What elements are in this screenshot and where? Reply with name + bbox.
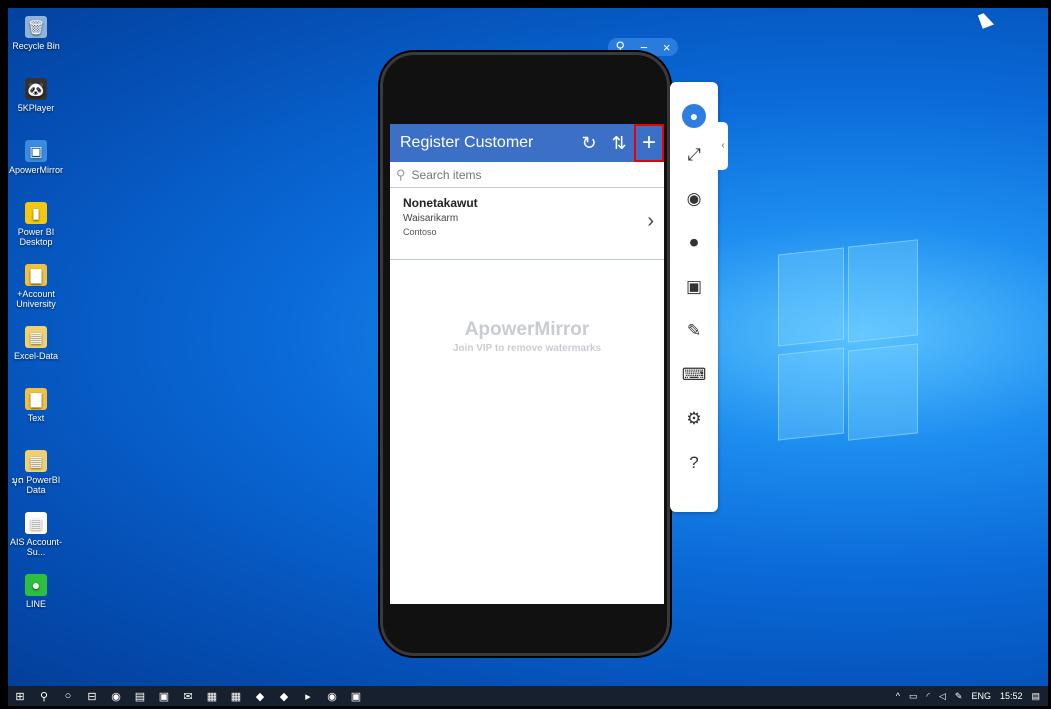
desktop-shortcut-label: Recycle Bin <box>12 41 60 51</box>
taskbar-app-icon[interactable]: ▦ <box>224 690 248 703</box>
mouse-cursor-icon <box>977 11 995 29</box>
screen-cast-icon[interactable]: ▣ <box>670 274 718 300</box>
taskbar-app-icon[interactable]: ▤ <box>128 690 152 703</box>
desktop-shortcut-label: AIS Account-Su... <box>9 537 63 557</box>
side-toolbar: ● ⤢ ◉ ⏺ ▣ ✎ ⌨ ⚙? <box>670 82 718 512</box>
folder-icon: ▇ <box>25 264 47 286</box>
desktop-shortcut-label: Text <box>27 413 45 423</box>
add-item-button[interactable]: + <box>634 124 664 162</box>
keyboard-icon[interactable]: ⌨ <box>670 362 718 388</box>
help-icon[interactable]: ? <box>670 450 718 476</box>
watermark-title: ApowerMirror <box>464 319 590 340</box>
notification-icon[interactable]: ▤ <box>1031 691 1040 702</box>
document-icon: ▤ <box>25 512 47 534</box>
tray-chevron-icon[interactable]: ^ <box>896 691 900 701</box>
item-detail: Contoso <box>403 227 437 237</box>
item-subtitle: Waisarikarm <box>403 213 459 224</box>
folder-icon: ▦ <box>25 450 47 472</box>
taskbar-apps: ⊞ ⚲ ○ ⊟ ◉ ▤ ▣ ✉ ▦ ▦ ◆ ◆ ▸ ◉ ▣ <box>8 690 368 703</box>
desktop-shortcut[interactable]: ▇ +Account University <box>8 264 64 309</box>
desktop-shortcut[interactable]: ▤ AIS Account-Su... <box>8 512 64 557</box>
desktop-shortcut-label: ApowerMirror <box>8 165 63 175</box>
desktop-shortcut[interactable]: ▦ Excel-Data <box>8 326 64 361</box>
taskbar-app-icon[interactable]: ▣ <box>344 690 368 703</box>
desktop-shortcut-label: Power BI Desktop <box>17 227 55 247</box>
chevron-right-icon[interactable]: › <box>647 210 654 233</box>
sort-button[interactable]: ⇅ <box>604 133 634 154</box>
taskbar-app-icon[interactable]: ▸ <box>296 690 320 703</box>
desktop-shortcut-label: +Account University <box>16 289 56 309</box>
taskbar-app-icon[interactable]: ✉ <box>176 690 200 703</box>
taskbar-app-icon[interactable]: ⚲ <box>32 690 56 703</box>
taskbar-app-icon[interactable]: ◉ <box>320 690 344 703</box>
desktop-shortcut[interactable]: 🐼 5KPlayer <box>8 78 64 113</box>
desktop-shortcut[interactable]: ● LINE <box>8 574 64 609</box>
list-item[interactable]: Nonetakawut Waisarikarm Contoso › <box>390 188 664 260</box>
settings-icon[interactable]: ⚙ <box>670 406 718 432</box>
taskbar-app-icon[interactable]: ◆ <box>272 690 296 703</box>
desktop-shortcut[interactable]: ▦ ນຸດ PowerBI Data <box>8 450 64 495</box>
apowermirror-icon: ▣ <box>25 140 47 162</box>
desktop-shortcut[interactable]: 🗑 Recycle Bin <box>8 16 64 51</box>
language-indicator[interactable]: ENG <box>971 691 991 701</box>
taskbar-app-icon[interactable]: ⊟ <box>80 690 104 703</box>
screenshot-icon[interactable]: ◉ <box>670 186 718 212</box>
wifi-icon[interactable]: ◜ <box>926 691 930 702</box>
taskbar-app-icon[interactable]: ◉ <box>104 690 128 703</box>
5kplayer-icon: 🐼 <box>25 78 47 100</box>
powerbi-icon: ▮ <box>25 202 47 224</box>
line-app-icon: ● <box>25 574 47 596</box>
network-icon[interactable]: ▭ <box>909 691 918 702</box>
search-icon: ⚲ <box>396 166 406 182</box>
app-header: Register Customer ↻ ⇅ + <box>390 124 664 162</box>
desktop-shortcut-label: LINE <box>25 599 46 609</box>
phone-mirror-frame: Register Customer ↻ ⇅ + ⚲ Nonetakawut Wai… <box>380 52 670 656</box>
fullscreen-icon[interactable]: ⤢ <box>670 142 718 168</box>
whiteboard-pen-icon[interactable]: ✎ <box>670 318 718 344</box>
taskbar-app-icon[interactable]: ▦ <box>200 690 224 703</box>
text-file-icon: ▇ <box>25 388 47 410</box>
desktop-shortcut[interactable]: ▣ ApowerMirror <box>8 140 64 175</box>
user-avatar-icon[interactable]: ● <box>682 104 706 128</box>
close-button[interactable]: × <box>663 40 671 55</box>
desktop-shortcut-label: ນຸດ PowerBI Data <box>11 475 61 495</box>
system-tray: ^ ▭ ◜ ◁ ✎ ENG 15:52 ▤ <box>896 691 1048 702</box>
taskbar-app-icon[interactable]: ◆ <box>248 690 272 703</box>
record-icon[interactable]: ⏺ <box>670 230 718 256</box>
item-list: Nonetakawut Waisarikarm Contoso › <box>390 188 664 260</box>
taskbar: ⊞ ⚲ ○ ⊟ ◉ ▤ ▣ ✉ ▦ ▦ ◆ ◆ ▸ ◉ ▣ ^ ▭ ◜ ◁ ✎ ENG 15:52 ▤ <box>8 686 1048 706</box>
watermark-subtitle: Join VIP to remove watermarks <box>452 343 602 354</box>
desktop-shortcut-label: Excel-Data <box>13 351 58 361</box>
desktop-shortcut-label: 5KPlayer <box>17 103 55 113</box>
toolbar-collapse-button[interactable]: ‹ <box>718 122 728 170</box>
page-title: Register Customer <box>400 134 534 151</box>
pen-icon[interactable]: ✎ <box>955 691 963 702</box>
item-title: Nonetakawut <box>403 196 478 210</box>
desktop-shortcut[interactable]: ▮ Power BI Desktop <box>8 202 64 247</box>
start-button[interactable]: ⊞ <box>8 690 32 703</box>
phone-screen: Register Customer ↻ ⇅ + ⚲ Nonetakawut Wai… <box>390 124 664 604</box>
excel-file-icon: ▦ <box>25 326 47 348</box>
volume-icon[interactable]: ◁ <box>939 691 946 702</box>
windows-logo-wallpaper <box>778 239 918 443</box>
recycle-bin-icon: 🗑 <box>25 16 47 38</box>
taskbar-app-icon[interactable]: ▣ <box>152 690 176 703</box>
clock[interactable]: 15:52 <box>1000 691 1023 701</box>
refresh-button[interactable]: ↻ <box>574 133 604 154</box>
desktop-shortcut[interactable]: ▇ Text <box>8 388 64 423</box>
search-bar: ⚲ <box>390 162 664 188</box>
watermark: ApowerMirror Join VIP to remove watermar… <box>390 319 664 354</box>
taskbar-app-icon[interactable]: ○ <box>56 690 80 703</box>
search-input[interactable] <box>411 167 632 182</box>
